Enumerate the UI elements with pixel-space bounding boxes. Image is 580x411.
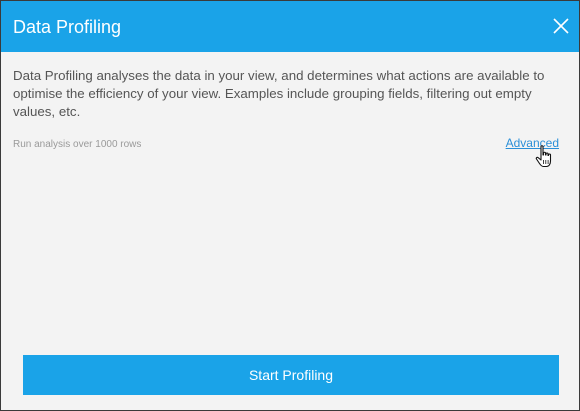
dialog-titlebar: Data Profiling xyxy=(1,1,579,52)
start-profiling-button[interactable]: Start Profiling xyxy=(23,355,559,395)
dialog-description: Data Profiling analyses the data in your… xyxy=(13,68,545,119)
close-button[interactable] xyxy=(549,14,573,38)
close-icon xyxy=(553,18,569,34)
data-profiling-dialog: Data Profiling Data Profiling analyses t… xyxy=(0,0,580,411)
row-limit-note: Run analysis over 1000 rows xyxy=(13,139,142,150)
dialog-title: Data Profiling xyxy=(13,17,122,37)
hand-cursor-icon xyxy=(535,145,552,168)
